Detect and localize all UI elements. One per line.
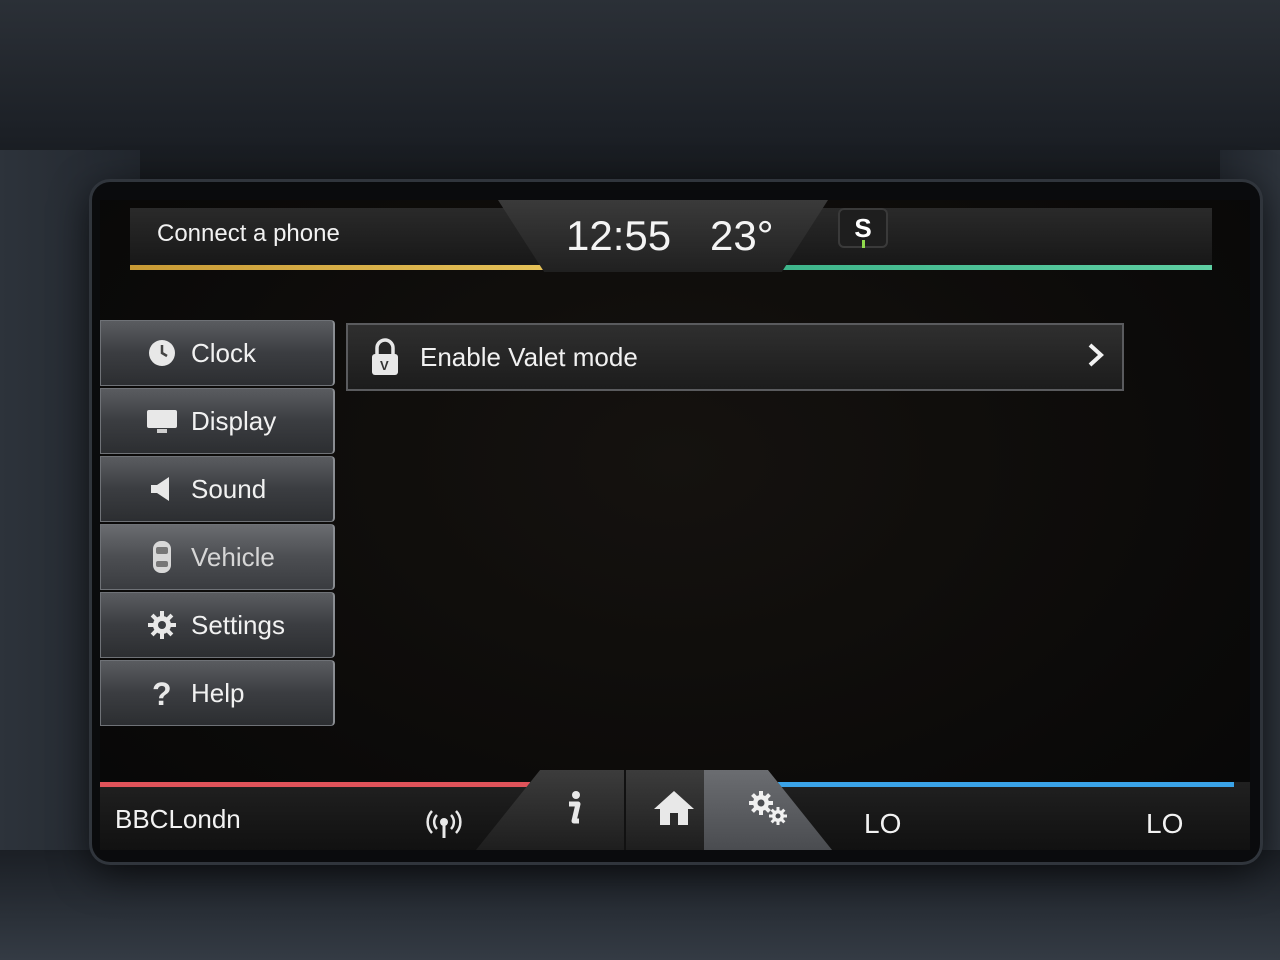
chevron-right-icon	[1084, 341, 1108, 369]
entertainment-zone-strip	[100, 782, 530, 787]
radio-station-label[interactable]: BBCLondn	[115, 804, 241, 835]
sync-signal-bar	[862, 240, 865, 248]
menu-item-label: Vehicle	[191, 541, 275, 572]
dashboard-bottom-trim	[0, 850, 1280, 960]
sync-status-badge: S	[838, 208, 888, 248]
home-icon	[652, 789, 696, 832]
infotainment-screen: Connect a phone 12:55 23° S Clock Displa…	[100, 200, 1250, 850]
gears-icon	[745, 788, 791, 833]
menu-item-label: Display	[191, 405, 277, 436]
menu-item-settings[interactable]: Settings	[100, 592, 335, 658]
clock-icon	[145, 336, 179, 370]
dashboard-top-trim	[0, 0, 1280, 190]
display-icon	[145, 404, 179, 438]
clock-time: 12:55	[566, 212, 672, 259]
lock-letter: V	[380, 358, 389, 373]
valet-mode-label: Enable Valet mode	[420, 341, 638, 372]
menu-item-display[interactable]: Display	[100, 388, 335, 454]
connect-phone-label[interactable]: Connect a phone	[157, 220, 340, 248]
svg-text:?: ?	[152, 677, 172, 709]
help-icon: ?	[145, 676, 179, 710]
lock-icon: V	[368, 337, 402, 377]
bottom-status-bar: BBCLondn LO LO	[100, 770, 1250, 850]
climate-zone-strip	[778, 782, 1234, 787]
phone-zone-strip	[130, 265, 570, 270]
settings-menu: Clock Display Sound Vehicle Settings ? H…	[100, 320, 335, 728]
menu-item-label: Settings	[191, 609, 285, 640]
menu-item-label: Help	[191, 677, 245, 708]
info-icon	[559, 788, 589, 833]
enable-valet-mode-button[interactable]: V Enable Valet mode	[346, 323, 1124, 391]
menu-item-label: Clock	[191, 337, 257, 368]
menu-item-sound[interactable]: Sound	[100, 456, 335, 522]
passenger-climate-temp[interactable]: LO	[1146, 808, 1183, 840]
driver-climate-temp[interactable]: LO	[864, 808, 901, 840]
info-button[interactable]	[524, 770, 626, 850]
navigation-zone-strip	[772, 265, 1212, 270]
outside-temperature: 23°	[710, 212, 774, 259]
gear-icon	[145, 608, 179, 642]
menu-item-vehicle[interactable]: Vehicle	[100, 524, 335, 590]
menu-item-help[interactable]: ? Help	[100, 660, 335, 726]
speaker-icon	[145, 472, 179, 506]
radio-signal-icon	[426, 806, 462, 842]
car-icon	[145, 540, 179, 574]
menu-item-label: Sound	[191, 473, 267, 504]
menu-item-clock[interactable]: Clock	[100, 320, 335, 386]
sync-badge-letter: S	[854, 213, 872, 243]
clock-temperature-tab: 12:55 23°	[498, 200, 828, 272]
